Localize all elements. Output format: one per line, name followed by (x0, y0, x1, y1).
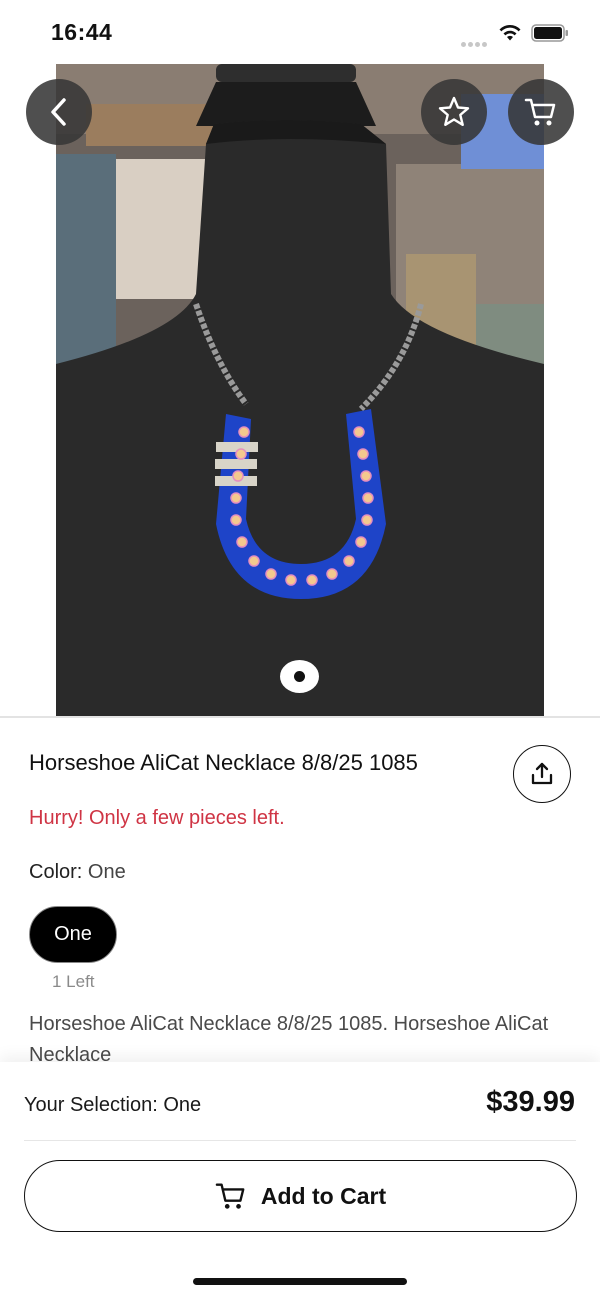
status-bar: 16:44 (0, 0, 600, 64)
back-button[interactable] (26, 79, 92, 145)
product-title: Horseshoe AliCat Necklace 8/8/25 1085 (29, 750, 418, 775)
home-indicator[interactable] (193, 1278, 407, 1285)
battery-icon (531, 24, 568, 42)
selection-label: Your Selection: (24, 1094, 158, 1116)
gallery-page-indicator (280, 660, 319, 693)
status-time: 16:44 (51, 19, 113, 45)
cart-button[interactable] (508, 79, 574, 145)
cart-icon (524, 98, 556, 126)
your-selection: Your Selection: One (24, 1094, 201, 1117)
purchase-bar: Your Selection: One $39.99 Add to Cart (0, 1062, 600, 1299)
color-selector-label: Color: One (29, 861, 126, 884)
cart-icon (215, 1183, 245, 1209)
favorite-button[interactable] (421, 79, 487, 145)
share-icon (531, 762, 553, 785)
color-label: Color: (29, 861, 83, 883)
product-price: $39.99 (486, 1086, 575, 1118)
stock-warning: Hurry! Only a few pieces left. (29, 807, 285, 829)
product-photo[interactable] (56, 64, 544, 716)
add-to-cart-label: Add to Cart (260, 1182, 387, 1209)
variant-option-one[interactable]: One (29, 906, 117, 963)
divider (0, 716, 600, 718)
active-page-dot (294, 671, 305, 682)
signal-dots-icon (461, 34, 489, 47)
share-button[interactable] (513, 745, 571, 803)
star-outline-icon (438, 96, 470, 126)
chevron-left-icon (51, 98, 66, 126)
selection-value: One (163, 1094, 202, 1116)
color-value: One (87, 861, 126, 883)
add-to-cart-button[interactable]: Add to Cart (24, 1160, 577, 1232)
variant-label: One (54, 923, 92, 945)
variant-stock-count: 1 Left (52, 972, 95, 991)
wifi-icon (499, 25, 521, 41)
divider (24, 1140, 576, 1141)
product-gallery[interactable] (0, 64, 600, 716)
